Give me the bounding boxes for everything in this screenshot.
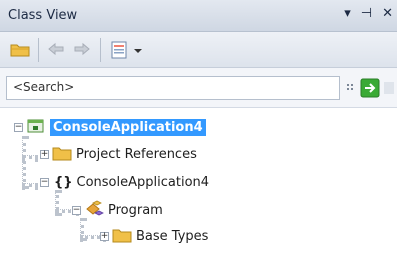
collapse-icon[interactable]: − [14, 122, 23, 132]
class-tree: − ConsoleApplication4 + Project Referenc… [0, 108, 397, 272]
class-icon [84, 200, 104, 221]
chevron-down-icon[interactable] [133, 44, 143, 58]
tree-node-root[interactable]: − ConsoleApplication4 [14, 117, 206, 137]
tree-node-label: Program [108, 202, 163, 218]
go-search-icon[interactable] [360, 78, 380, 101]
window-controls: ▾ ⊣ ✕ [344, 6, 393, 22]
expand-icon[interactable]: + [40, 149, 49, 159]
window-title: Class View [8, 8, 78, 23]
window-titlebar: Class View ▾ ⊣ ✕ [0, 0, 397, 32]
folder-icon [52, 145, 72, 164]
tree-node-namespace[interactable]: − {} ConsoleApplication4 [40, 172, 209, 192]
expand-icon[interactable]: + [100, 231, 109, 241]
folder-icon[interactable] [10, 41, 30, 60]
search-input[interactable]: <Search> [6, 76, 340, 100]
close-icon[interactable]: ✕ [382, 6, 393, 22]
namespace-icon: {} [54, 174, 73, 190]
tree-node-label: ConsoleApplication4 [76, 174, 210, 190]
collapse-icon[interactable]: − [40, 177, 49, 187]
collapse-icon[interactable]: − [72, 205, 81, 215]
search-row: <Search> [0, 68, 397, 108]
pin-icon[interactable]: ⊣ [361, 6, 372, 22]
tree-node-label: Project References [76, 146, 197, 162]
clear-search-icon[interactable] [345, 82, 357, 97]
dropdown-menu-icon[interactable]: ▾ [344, 6, 351, 22]
tree-node-label: Base Types [136, 228, 209, 244]
toolbar-separator [38, 38, 39, 62]
tree-connector [22, 155, 38, 159]
tree-node-base-types[interactable]: + Base Types [100, 226, 208, 246]
tree-node-project-references[interactable]: + Project References [40, 144, 197, 164]
forward-arrow-icon[interactable] [73, 41, 91, 60]
settings-icon[interactable] [110, 41, 130, 62]
folder-icon [112, 227, 132, 246]
tree-node-label: ConsoleApplication4 [50, 118, 206, 136]
tree-connector [22, 183, 38, 187]
tree-node-program[interactable]: − Program [72, 200, 163, 220]
toolbar-separator [100, 38, 101, 62]
project-icon [26, 118, 46, 137]
tree-connector [22, 136, 26, 189]
toolbar [0, 32, 397, 68]
scroll-edge [384, 82, 394, 94]
back-arrow-icon[interactable] [47, 41, 65, 60]
